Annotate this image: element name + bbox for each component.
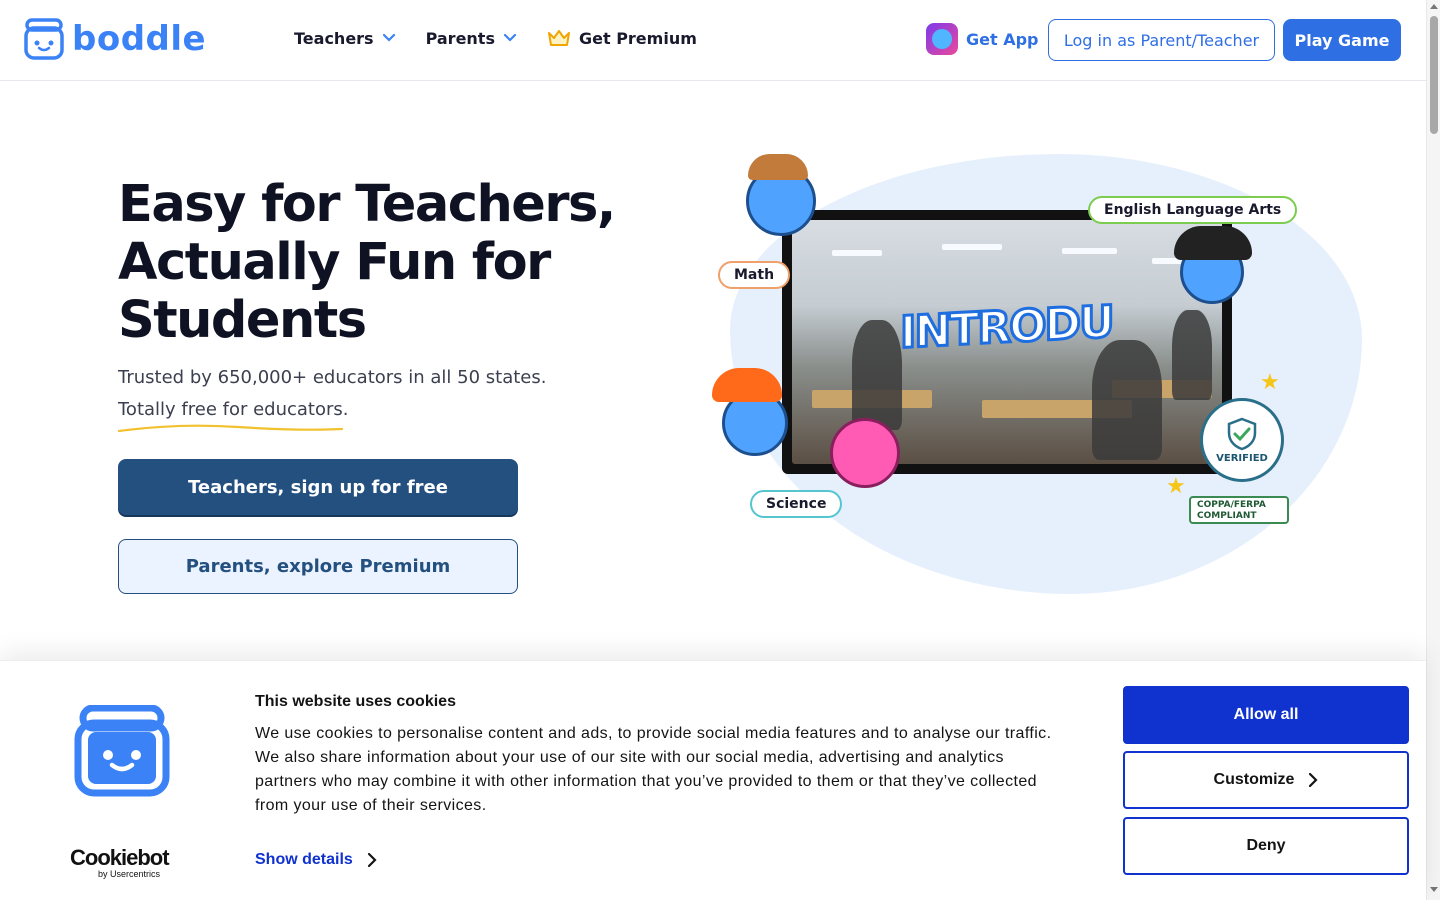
scroll-down-arrow[interactable]: [1430, 887, 1438, 892]
show-details-link[interactable]: Show details: [255, 851, 377, 869]
parents-premium-button[interactable]: Parents, explore Premium: [118, 539, 518, 594]
shield-check-icon: [1227, 417, 1257, 450]
hero-title-line1: Easy for Teachers,: [118, 175, 616, 234]
cookiebot-wordmark: Cookiebot: [70, 845, 170, 870]
ceiling-light: [832, 250, 882, 256]
scroll-thumb[interactable]: [1430, 16, 1438, 134]
math-character-hat: [748, 154, 808, 180]
get-app-link[interactable]: Get App: [926, 23, 1039, 55]
play-game-button[interactable]: Play Game: [1283, 19, 1401, 61]
tag-math: Math: [718, 261, 791, 289]
hero-illustration: INTRODU ★ ★ English Language Arts Math S…: [700, 140, 1380, 610]
cookiebot-subtitle: by Usercentrics: [98, 869, 161, 879]
hero-title-line2: Actually Fun for: [118, 233, 551, 292]
crown-icon: [547, 30, 570, 46]
boddle-logo[interactable]: boddle: [24, 18, 206, 60]
get-app-label: Get App: [966, 29, 1039, 49]
customize-button[interactable]: Customize: [1123, 751, 1409, 809]
ela-character-hair: [1174, 226, 1252, 260]
tag-english-language-arts: English Language Arts: [1088, 196, 1298, 224]
ceiling-light: [942, 244, 1002, 250]
chevron-right-icon: [1309, 772, 1319, 788]
hero-title: Easy for Teachers, Actually Fun for Stud…: [118, 176, 678, 350]
cookie-title: This website uses cookies: [255, 693, 456, 710]
scroll-up-arrow[interactable]: [1430, 4, 1438, 9]
coppa-line2: COMPLIANT: [1197, 511, 1257, 521]
chevron-down-icon: [382, 33, 395, 42]
deny-button[interactable]: Deny: [1123, 817, 1409, 875]
student-figure: [1092, 340, 1162, 460]
science-character-hair: [712, 368, 782, 402]
teachers-signup-button[interactable]: Teachers, sign up for free: [118, 459, 518, 515]
star-icon: ★: [1260, 370, 1280, 395]
get-premium-label: Get Premium: [578, 28, 697, 48]
student-figure: [852, 320, 902, 430]
star-icon: ★: [1166, 474, 1186, 499]
nav-parents-label: Parents: [425, 28, 495, 48]
student-figure: [1172, 310, 1212, 400]
science-character-right: [830, 418, 900, 488]
page-scrollbar[interactable]: [1426, 0, 1440, 900]
brand-name: boddle: [72, 19, 207, 59]
hero-title-line3: Students: [118, 291, 367, 350]
main-nav: Teachers Parents Get Premium: [294, 28, 697, 48]
login-button[interactable]: Log in as Parent/Teacher: [1048, 19, 1275, 61]
customize-label: Customize: [1213, 771, 1295, 788]
coppa-ferpa-badge: COPPA/FERPA COMPLIANT: [1189, 496, 1289, 524]
show-details-label: Show details: [255, 851, 353, 868]
nav-get-premium[interactable]: Get Premium: [547, 28, 697, 48]
cookie-body: We use cookies to personalise content an…: [255, 725, 1052, 814]
coppa-line1: COPPA/FERPA: [1197, 500, 1266, 510]
ceiling-light: [1062, 248, 1117, 254]
nav-teachers-label: Teachers: [294, 28, 374, 48]
common-sense-privacy-badge: VERIFIED: [1200, 398, 1284, 482]
allow-all-button[interactable]: Allow all: [1123, 686, 1409, 744]
cookie-consent-banner: Cookiebot by Usercentrics This website u…: [0, 660, 1426, 900]
boddle-logo-icon: [24, 18, 64, 60]
chevron-right-icon: [367, 852, 377, 868]
nav-teachers[interactable]: Teachers: [294, 29, 396, 48]
verified-label: VERIFIED: [1216, 452, 1268, 464]
boddle-logo-icon: [74, 705, 170, 797]
site-header: boddle Teachers Parents Get Premium Get …: [0, 0, 1426, 81]
underline-squiggle: [118, 424, 344, 433]
chevron-down-icon: [503, 33, 517, 42]
tag-science: Science: [750, 490, 843, 518]
cookiebot-logo[interactable]: Cookiebot by Usercentrics: [70, 845, 170, 880]
app-icon: [926, 23, 958, 55]
nav-parents[interactable]: Parents: [426, 29, 517, 48]
hero-subtitle: Trusted by 650,000+ educators in all 50 …: [118, 367, 547, 388]
